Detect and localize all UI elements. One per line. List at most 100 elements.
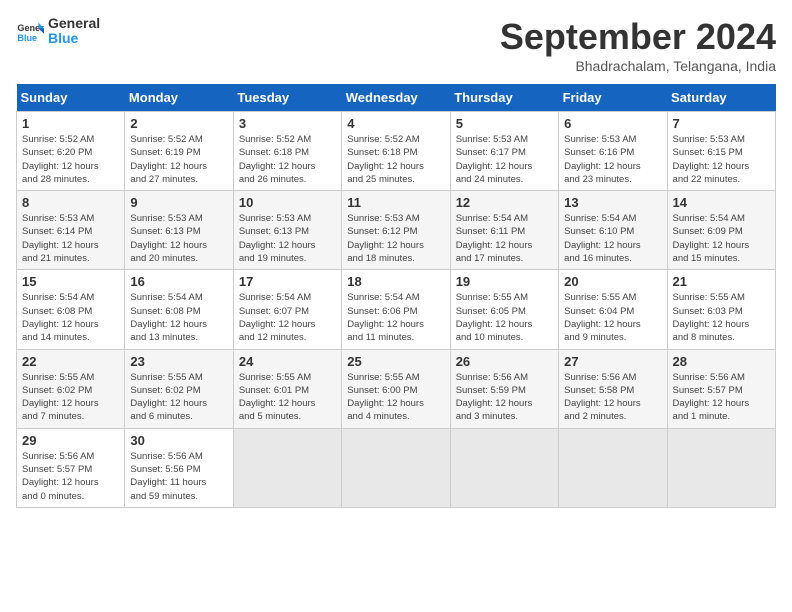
svg-text:Blue: Blue [17,33,37,43]
day-header-saturday: Saturday [667,84,775,112]
calendar-cell-2: 2 Sunrise: 5:52 AMSunset: 6:19 PMDaylight… [125,112,233,191]
day-info: Sunrise: 5:56 AMSunset: 5:56 PMDaylight:… [130,451,206,502]
calendar-cell-3: 3 Sunrise: 5:52 AMSunset: 6:18 PMDaylight… [233,112,341,191]
calendar-cell-22: 22Sunrise: 5:55 AMSunset: 6:02 PMDayligh… [17,349,125,428]
day-info: Sunrise: 5:55 AMSunset: 6:05 PMDaylight:… [456,292,533,343]
day-number: 21 [673,274,770,289]
day-info: Sunrise: 5:56 AMSunset: 5:59 PMDaylight:… [456,372,533,423]
calendar-cell-20: 20Sunrise: 5:55 AMSunset: 6:04 PMDayligh… [559,270,667,349]
day-info: Sunrise: 5:53 AMSunset: 6:17 PMDaylight:… [456,134,533,185]
day-info: Sunrise: 5:55 AMSunset: 6:04 PMDaylight:… [564,292,641,343]
day-number: 28 [673,354,770,369]
day-number: 4 [347,116,444,131]
calendar-cell-5: 5 Sunrise: 5:53 AMSunset: 6:17 PMDaylight… [450,112,558,191]
calendar-cell-28: 28 Sunrise: 5:56 AMSunset: 5:57 PMDayligh… [667,349,775,428]
logo-general: General [48,16,100,31]
day-header-friday: Friday [559,84,667,112]
day-info: Sunrise: 5:52 AMSunset: 6:19 PMDaylight:… [130,134,207,185]
day-number: 18 [347,274,444,289]
day-number: 5 [456,116,553,131]
day-info: Sunrise: 5:54 AMSunset: 6:10 PMDaylight:… [564,213,641,264]
day-info: Sunrise: 5:52 AMSunset: 6:18 PMDaylight:… [239,134,316,185]
day-number: 13 [564,195,661,210]
day-info: Sunrise: 5:55 AMSunset: 6:02 PMDaylight:… [22,372,99,423]
calendar-header-row: SundayMondayTuesdayWednesdayThursdayFrid… [17,84,776,112]
day-info: Sunrise: 5:54 AMSunset: 6:08 PMDaylight:… [130,292,207,343]
day-number: 17 [239,274,336,289]
day-info: Sunrise: 5:55 AMSunset: 6:02 PMDaylight:… [130,372,207,423]
day-info: Sunrise: 5:52 AMSunset: 6:20 PMDaylight:… [22,134,99,185]
calendar-week-0: 1 Sunrise: 5:52 AMSunset: 6:20 PMDaylight… [17,112,776,191]
calendar-cell-1: 1 Sunrise: 5:52 AMSunset: 6:20 PMDaylight… [17,112,125,191]
day-info: Sunrise: 5:56 AMSunset: 5:57 PMDaylight:… [22,451,99,502]
calendar-cell-17: 17Sunrise: 5:54 AMSunset: 6:07 PMDayligh… [233,270,341,349]
day-info: Sunrise: 5:56 AMSunset: 5:57 PMDaylight:… [673,372,750,423]
day-number: 6 [564,116,661,131]
day-number: 30 [130,433,227,448]
calendar-cell-25: 25 Sunrise: 5:55 AMSunset: 6:00 PMDayligh… [342,349,450,428]
calendar-cell-27: 27Sunrise: 5:56 AMSunset: 5:58 PMDayligh… [559,349,667,428]
day-number: 14 [673,195,770,210]
calendar-cell-19: 19Sunrise: 5:55 AMSunset: 6:05 PMDayligh… [450,270,558,349]
day-info: Sunrise: 5:55 AMSunset: 6:00 PMDaylight:… [347,372,424,423]
calendar-table: SundayMondayTuesdayWednesdayThursdayFrid… [16,84,776,508]
day-info: Sunrise: 5:53 AMSunset: 6:12 PMDaylight:… [347,213,424,264]
calendar-cell-9: 9 Sunrise: 5:53 AMSunset: 6:13 PMDaylight… [125,191,233,270]
calendar-week-2: 15 Sunrise: 5:54 AMSunset: 6:08 PMDayligh… [17,270,776,349]
logo: General Blue General Blue [16,16,100,47]
day-number: 7 [673,116,770,131]
day-info: Sunrise: 5:53 AMSunset: 6:16 PMDaylight:… [564,134,641,185]
day-info: Sunrise: 5:56 AMSunset: 5:58 PMDaylight:… [564,372,641,423]
calendar-week-1: 8Sunrise: 5:53 AMSunset: 6:14 PMDaylight… [17,191,776,270]
calendar-cell-14: 14 Sunrise: 5:54 AMSunset: 6:09 PMDayligh… [667,191,775,270]
calendar-cell-23: 23 Sunrise: 5:55 AMSunset: 6:02 PMDayligh… [125,349,233,428]
calendar-week-4: 29 Sunrise: 5:56 AMSunset: 5:57 PMDayligh… [17,428,776,507]
day-info: Sunrise: 5:54 AMSunset: 6:08 PMDaylight:… [22,292,99,343]
day-number: 9 [130,195,227,210]
day-info: Sunrise: 5:54 AMSunset: 6:09 PMDaylight:… [673,213,750,264]
day-number: 25 [347,354,444,369]
month-title: September 2024 [500,16,776,58]
calendar-cell-13: 13 Sunrise: 5:54 AMSunset: 6:10 PMDayligh… [559,191,667,270]
calendar-cell-12: 12Sunrise: 5:54 AMSunset: 6:11 PMDayligh… [450,191,558,270]
calendar-cell-26: 26Sunrise: 5:56 AMSunset: 5:59 PMDayligh… [450,349,558,428]
calendar-cell-11: 11 Sunrise: 5:53 AMSunset: 6:12 PMDayligh… [342,191,450,270]
calendar-cell-empty-43 [342,428,450,507]
calendar-cell-empty-46 [667,428,775,507]
calendar-cell-4: 4Sunrise: 5:52 AMSunset: 6:18 PMDaylight… [342,112,450,191]
day-header-thursday: Thursday [450,84,558,112]
calendar-cell-empty-45 [559,428,667,507]
calendar-cell-10: 10 Sunrise: 5:53 AMSunset: 6:13 PMDayligh… [233,191,341,270]
day-number: 11 [347,195,444,210]
day-number: 3 [239,116,336,131]
calendar-cell-24: 24 Sunrise: 5:55 AMSunset: 6:01 PMDayligh… [233,349,341,428]
day-header-monday: Monday [125,84,233,112]
calendar-cell-29: 29 Sunrise: 5:56 AMSunset: 5:57 PMDayligh… [17,428,125,507]
day-info: Sunrise: 5:53 AMSunset: 6:14 PMDaylight:… [22,213,99,264]
logo-icon: General Blue [16,17,44,45]
day-number: 16 [130,274,227,289]
day-info: Sunrise: 5:55 AMSunset: 6:03 PMDaylight:… [673,292,750,343]
day-number: 24 [239,354,336,369]
calendar-cell-empty-42 [233,428,341,507]
day-info: Sunrise: 5:53 AMSunset: 6:13 PMDaylight:… [130,213,207,264]
day-info: Sunrise: 5:53 AMSunset: 6:15 PMDaylight:… [673,134,750,185]
title-block: September 2024 Bhadrachalam, Telangana, … [500,16,776,74]
day-number: 23 [130,354,227,369]
calendar-week-3: 22Sunrise: 5:55 AMSunset: 6:02 PMDayligh… [17,349,776,428]
day-number: 15 [22,274,119,289]
day-info: Sunrise: 5:54 AMSunset: 6:06 PMDaylight:… [347,292,424,343]
day-number: 2 [130,116,227,131]
calendar-cell-8: 8Sunrise: 5:53 AMSunset: 6:14 PMDaylight… [17,191,125,270]
calendar-cell-6: 6 Sunrise: 5:53 AMSunset: 6:16 PMDaylight… [559,112,667,191]
day-number: 1 [22,116,119,131]
calendar-cell-21: 21 Sunrise: 5:55 AMSunset: 6:03 PMDayligh… [667,270,775,349]
day-info: Sunrise: 5:55 AMSunset: 6:01 PMDaylight:… [239,372,316,423]
day-info: Sunrise: 5:54 AMSunset: 6:11 PMDaylight:… [456,213,533,264]
calendar-cell-30: 30 Sunrise: 5:56 AMSunset: 5:56 PMDayligh… [125,428,233,507]
day-number: 10 [239,195,336,210]
page-header: General Blue General Blue September 2024… [16,16,776,74]
day-number: 29 [22,433,119,448]
calendar-cell-7: 7 Sunrise: 5:53 AMSunset: 6:15 PMDaylight… [667,112,775,191]
day-info: Sunrise: 5:53 AMSunset: 6:13 PMDaylight:… [239,213,316,264]
